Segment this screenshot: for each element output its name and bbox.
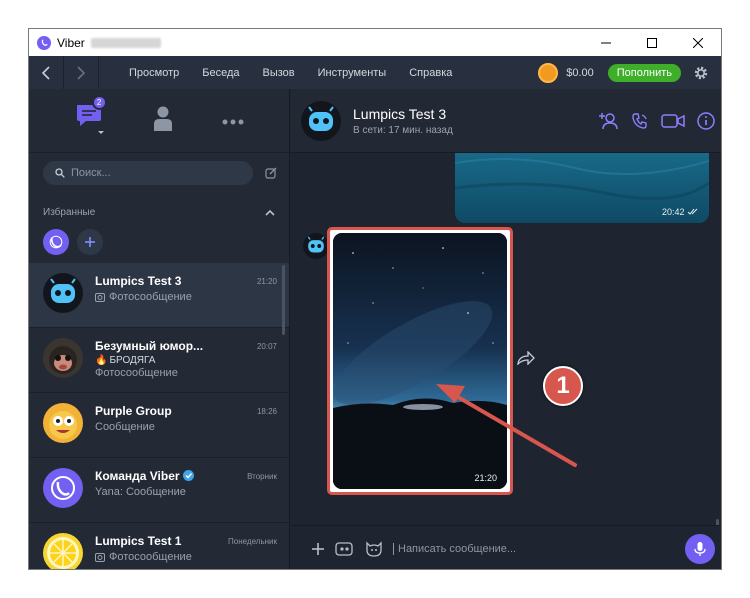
verified-check-icon	[182, 470, 194, 481]
back-button[interactable]	[29, 56, 63, 89]
monkey-avatar	[43, 338, 83, 378]
collapse-chevron-icon[interactable]	[265, 203, 275, 221]
tab-contacts[interactable]	[153, 105, 173, 136]
conversation-panel: Lumpics Test 3 В сети: 17 мин. назад 20:…	[291, 89, 721, 569]
menu-tools[interactable]: Инструменты	[318, 67, 387, 79]
viber-out-orange-icon	[538, 62, 559, 83]
sidebar: 2 Избранные	[29, 89, 290, 569]
message-composer	[291, 525, 721, 569]
annotation-arrow	[436, 384, 577, 467]
menu-bar: Просмотр Беседа Вызов Инструменты Справк…	[29, 56, 721, 89]
callout-number: 1	[543, 366, 583, 406]
voice-call-icon[interactable]	[631, 112, 649, 130]
maximize-button[interactable]	[629, 29, 675, 56]
forward-button[interactable]	[64, 56, 98, 89]
viber-team-avatar	[43, 468, 83, 508]
group-avatar	[43, 403, 83, 443]
chat-time: 18:26	[256, 407, 277, 416]
search-input[interactable]	[71, 167, 221, 179]
close-button[interactable]	[675, 29, 721, 56]
chat-time: 21:20	[256, 277, 277, 286]
search-box[interactable]	[43, 161, 253, 185]
chat-time: Вторник	[247, 472, 277, 481]
more-dots-icon	[222, 119, 244, 124]
title-bar: Viber	[29, 29, 721, 56]
chat-list-scrollbar[interactable]	[282, 265, 285, 335]
minimize-button[interactable]	[583, 29, 629, 56]
add-participant-icon[interactable]	[599, 112, 619, 130]
chat-list: Lumpics Test 3 Фотосообщение 21:20 Безум…	[29, 263, 289, 569]
viber-window: Viber Просмотр Беседа Вызов Инструменты …	[28, 28, 722, 570]
menu-view[interactable]: Просмотр	[129, 67, 179, 79]
chat-subtitle: Фотосообщение	[109, 551, 192, 563]
favorites-title: Избранные	[43, 206, 96, 218]
chat-item-crazy-humor[interactable]: Безумный юмор... 🔥 БРОДЯГА Фотосообщение …	[29, 328, 289, 393]
message-input[interactable]	[393, 542, 673, 555]
nav-divider	[98, 56, 99, 89]
fire-icon: 🔥	[95, 355, 108, 366]
menu-call[interactable]: Вызов	[263, 67, 295, 79]
photo-icon	[95, 292, 105, 302]
conversation-status: В сети: 17 мин. назад	[353, 124, 453, 136]
gif-icon[interactable]	[335, 541, 355, 557]
compose-icon[interactable]	[253, 167, 277, 179]
microphone-icon[interactable]	[685, 534, 715, 564]
robot-avatar	[43, 273, 83, 313]
sidebar-tabs: 2	[29, 89, 289, 153]
conversation-avatar[interactable]	[301, 100, 341, 141]
search-icon	[55, 168, 65, 178]
viber-logo-icon	[37, 35, 51, 50]
topup-button[interactable]: Пополнить	[607, 63, 681, 82]
sticker-icon[interactable]	[365, 540, 383, 557]
chat-subtitle: Фотосообщение	[95, 367, 178, 379]
favorites-row	[43, 229, 289, 255]
window-title: Viber	[57, 35, 85, 50]
chat-time: Понедельник	[228, 537, 277, 546]
chat-line: БРОДЯГА	[109, 355, 156, 366]
chat-subtitle: Yana: Сообщение	[95, 486, 186, 498]
message-area: 20:42 21:20 1	[291, 153, 721, 523]
favorite-viber-icon[interactable]	[43, 229, 69, 255]
balance-area: $0.00 Пополнить	[538, 62, 721, 83]
tab-more[interactable]	[222, 112, 244, 130]
lemon-avatar	[43, 533, 83, 569]
add-favorite-plus-icon[interactable]	[77, 229, 103, 255]
photo-icon	[95, 552, 105, 562]
menu-help[interactable]: Справка	[409, 67, 452, 79]
chat-item-lumpics-test-1[interactable]: Lumpics Test 1 Фотосообщение Понедельник	[29, 523, 289, 569]
settings-gear-icon[interactable]	[681, 65, 721, 81]
conversation-name: Lumpics Test 3	[353, 105, 447, 122]
main-menu: Просмотр Беседа Вызов Инструменты Справк…	[129, 67, 475, 79]
balance-value: $0.00	[566, 66, 594, 79]
conversation-header: Lumpics Test 3 В сети: 17 мин. назад	[291, 89, 721, 153]
chat-time: 20:07	[256, 342, 277, 351]
chat-item-purple-group[interactable]: Purple Group Сообщение 18:26	[29, 393, 289, 458]
tab-chats[interactable]: 2	[74, 95, 107, 140]
chat-subtitle: Сообщение	[95, 421, 155, 433]
contacts-person-icon	[153, 106, 172, 131]
chat-item-viber-team[interactable]: Команда Viber Yana: Сообщение Вторник	[29, 458, 289, 523]
chat-subtitle: Фотосообщение	[109, 291, 192, 303]
chat-item-lumpics-test-3[interactable]: Lumpics Test 3 Фотосообщение 21:20	[29, 263, 289, 328]
favorites-header: Избранные	[43, 203, 275, 221]
attach-plus-icon[interactable]	[311, 542, 325, 556]
unread-badge: 2	[91, 95, 107, 110]
menu-conversation[interactable]: Беседа	[202, 67, 239, 79]
video-call-icon[interactable]	[661, 113, 685, 129]
info-icon[interactable]	[697, 111, 715, 130]
search-row	[43, 161, 277, 185]
blurred-account	[90, 37, 161, 48]
